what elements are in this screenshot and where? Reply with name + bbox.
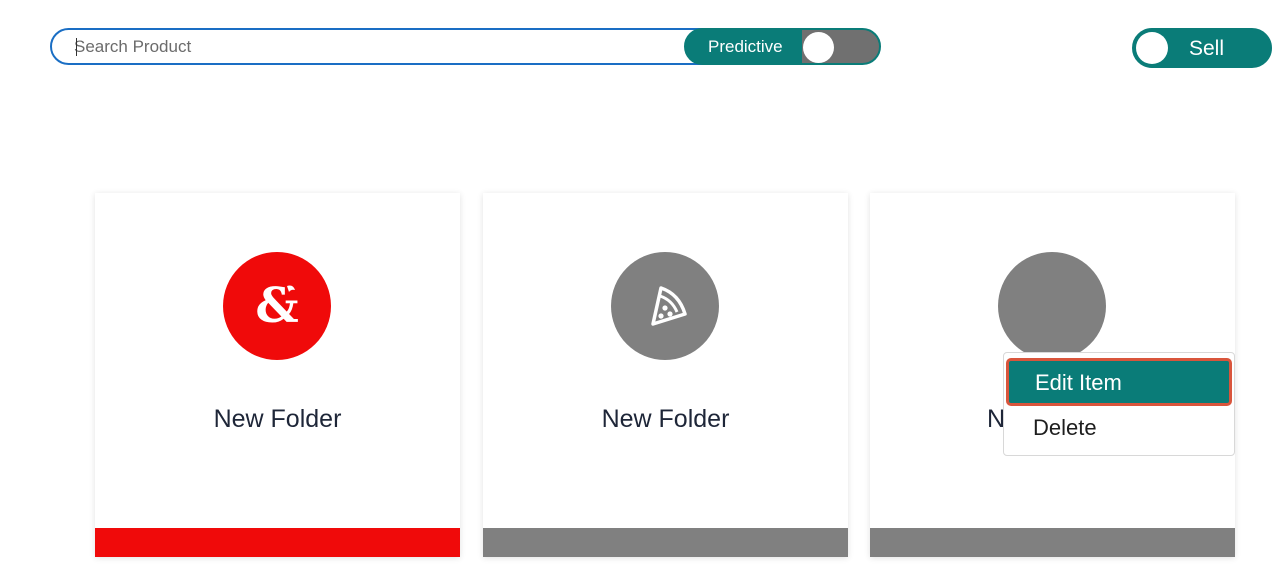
predictive-label: Predictive <box>708 37 783 56</box>
search-bar[interactable]: Predictive <box>50 28 881 65</box>
card-color-bar <box>870 528 1235 557</box>
card-color-bar <box>483 528 848 557</box>
toggle-knob <box>803 32 834 63</box>
toggle-knob <box>1136 32 1168 64</box>
folder-card[interactable]: & New Folder <box>95 193 460 557</box>
predictive-toggle[interactable]: Predictive <box>684 28 881 65</box>
text-caret <box>76 38 77 56</box>
dragon-ampersand-icon: & <box>223 252 331 360</box>
sell-toggle[interactable]: Sell <box>1132 28 1272 68</box>
context-menu: Edit Item Delete <box>1003 352 1235 456</box>
card-color-bar <box>95 528 460 557</box>
card-title: New Folder <box>213 405 342 433</box>
edit-item-menu-item[interactable]: Edit Item <box>1006 358 1232 406</box>
sell-label: Sell <box>1189 37 1225 60</box>
card-title: N <box>987 405 1006 433</box>
delete-menu-item[interactable]: Delete <box>1004 411 1234 447</box>
folder-card[interactable]: New Folder <box>483 193 848 557</box>
card-title: New Folder <box>601 405 730 433</box>
page: Predictive Sell & New Folder <box>0 0 1285 572</box>
blank-circle-icon <box>998 252 1106 360</box>
pizza-slice-icon <box>611 252 719 360</box>
search-input[interactable] <box>74 30 674 63</box>
